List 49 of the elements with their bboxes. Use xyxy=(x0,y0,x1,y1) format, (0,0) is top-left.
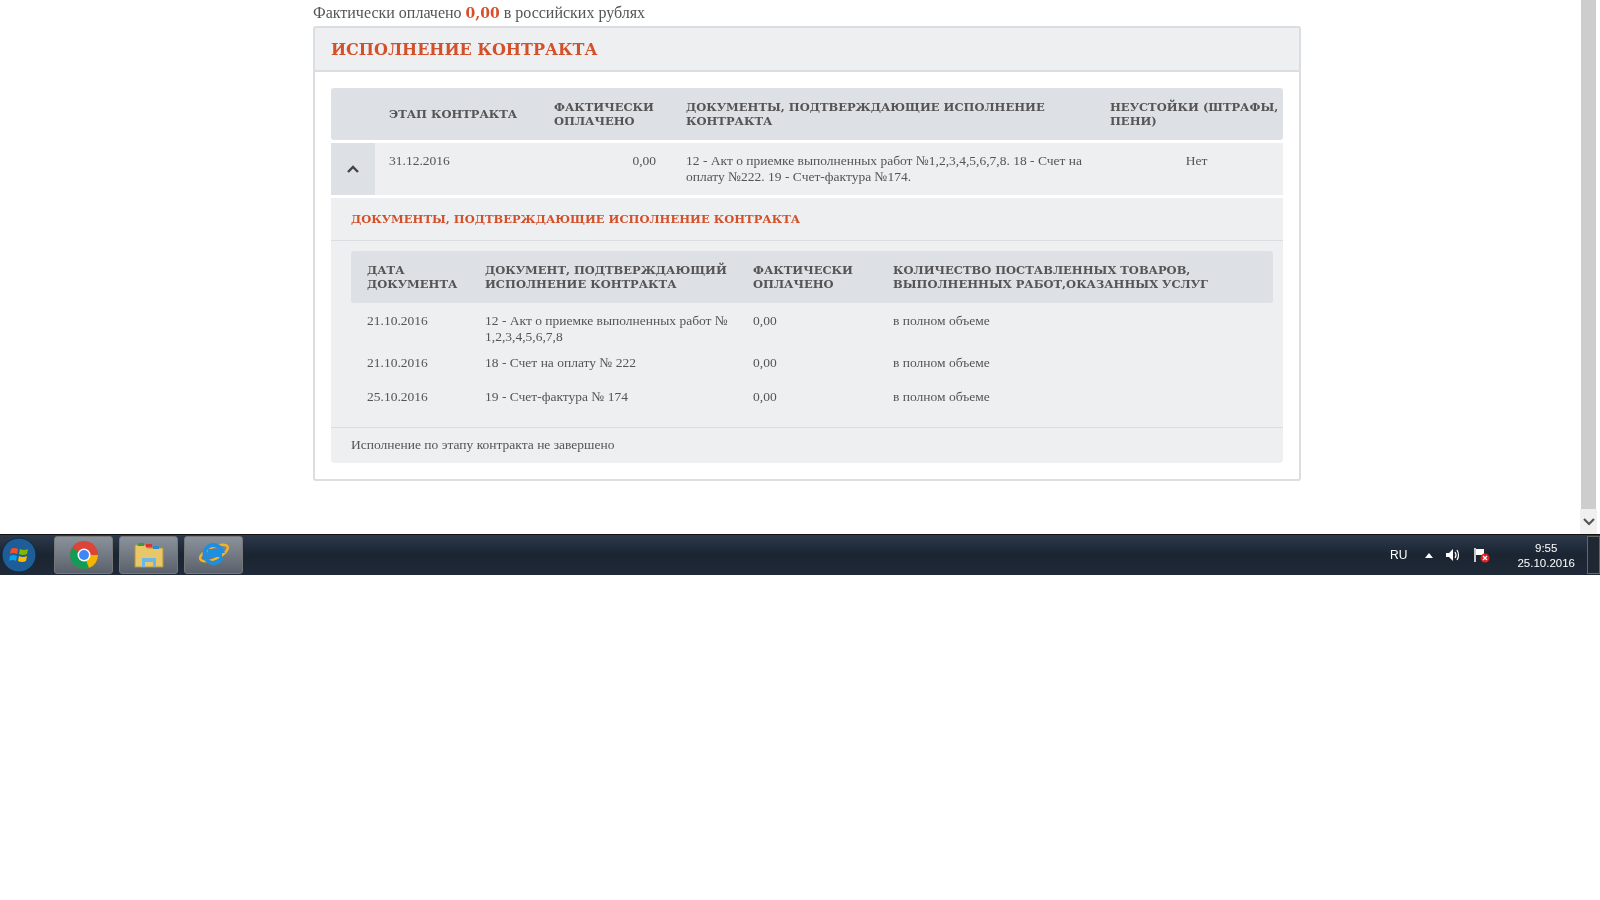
clock[interactable]: 9:55 25.10.2016 xyxy=(1517,541,1575,569)
table-cell: 12 - Акт о приемке выполненных работ №1,2,3,4,5,6,7,8. 18 - Счет на оплату №222. 19 - Счет-фактура №174. xyxy=(686,153,1082,184)
table-cell: в полном объеме xyxy=(893,355,990,370)
chevron-icon xyxy=(347,165,359,173)
table-cell: 31.12.2016 xyxy=(389,153,450,168)
column-header: КОЛИЧЕСТВО ПОСТАВЛЕННЫХ ТОВАРОВ, ВЫПОЛНЕННЫХ РАБОТ,ОКАЗАННЫХ УСЛУГ xyxy=(893,263,1209,291)
column-header: НЕУСТОЙКИ (ШТРАФЫ, ПЕНИ) xyxy=(1110,100,1279,128)
scrollbar-thumb[interactable] xyxy=(1581,0,1596,509)
windows-logo-icon xyxy=(1,537,37,573)
folder-icon xyxy=(132,541,165,569)
stage-status: Исполнение по этапу контракта не завершено xyxy=(331,427,1283,463)
table-cell: в полном объеме xyxy=(893,389,990,404)
table-cell: 0,00 xyxy=(632,153,656,168)
clock-time: 9:55 xyxy=(1535,541,1558,554)
language-indicator[interactable]: RU xyxy=(1390,548,1408,562)
table-cell: Нет xyxy=(1185,153,1208,168)
paid-summary: Фактически оплачено 0,00 в российских рублях xyxy=(313,4,647,24)
taskbar-app-button[interactable] xyxy=(184,536,243,574)
table-cell: 12 - Акт о приемке выполненных работ № 1,2,3,4,5,6,7,8 xyxy=(485,313,728,344)
table-cell: 19 - Счет-фактура № 174 xyxy=(485,389,628,404)
scrollbar[interactable] xyxy=(1577,0,1600,534)
table-cell: 0,00 xyxy=(753,355,777,370)
column-header: ДОКУМЕНТ, ПОДТВЕРЖДАЮЩИЙ ИСПОЛНЕНИЕ КОНТРАКТА xyxy=(485,263,727,291)
details-title: ДОКУМЕНТЫ, ПОДТВЕРЖДАЮЩИЕ ИСПОЛНЕНИЕ КОНТРАКТА xyxy=(331,198,1283,241)
column-header: ЭТАП КОНТРАКТА xyxy=(389,107,518,121)
table-cell: 0,00 xyxy=(753,389,777,404)
scroll-down-button[interactable] xyxy=(1580,509,1597,534)
column-header: ДАТА ДОКУМЕНТА xyxy=(367,263,458,291)
speaker-icon[interactable] xyxy=(1445,548,1462,562)
table-cell: 25.10.2016 xyxy=(367,389,428,404)
panel-title: ИСПОЛНЕНИЕ КОНТРАКТА xyxy=(331,39,598,59)
taskbar-app-button[interactable] xyxy=(54,536,113,574)
table-cell: 0,00 xyxy=(753,313,777,328)
table-cell: 18 - Счет на оплату № 222 xyxy=(485,355,636,370)
caret-up-icon[interactable] xyxy=(1425,552,1434,558)
column-header: ФАКТИЧЕСКИ ОПЛАЧЕНО xyxy=(554,100,654,128)
table-cell: 21.10.2016 xyxy=(367,355,428,370)
taskbar-app-button[interactable] xyxy=(119,536,178,574)
stage-row[interactable]: 31.12.2016 0,00 12 - Акт о приемке выполненных работ №1,2,3,4,5,6,7,8. 18 - Счет на оплату №222. 19 - Счет-фактура №174. Нет xyxy=(331,143,1283,195)
flag-error-icon[interactable] xyxy=(1473,547,1492,563)
chevron-down-icon xyxy=(1582,517,1595,526)
table-cell: 21.10.2016 xyxy=(367,313,428,328)
clock-date: 25.10.2016 xyxy=(1517,556,1575,569)
column-header: ФАКТИЧЕСКИ ОПЛАЧЕНО xyxy=(753,263,853,291)
chrome-icon xyxy=(68,540,99,570)
show-desktop-button[interactable] xyxy=(1587,536,1600,574)
expand-toggle[interactable] xyxy=(331,143,375,195)
table-cell: в полном объеме xyxy=(893,313,990,328)
column-header: ДОКУМЕНТЫ, ПОДТВЕРЖДАЮЩИЕ ИСПОЛНЕНИЕ КОНТРАКТА xyxy=(686,100,1045,128)
